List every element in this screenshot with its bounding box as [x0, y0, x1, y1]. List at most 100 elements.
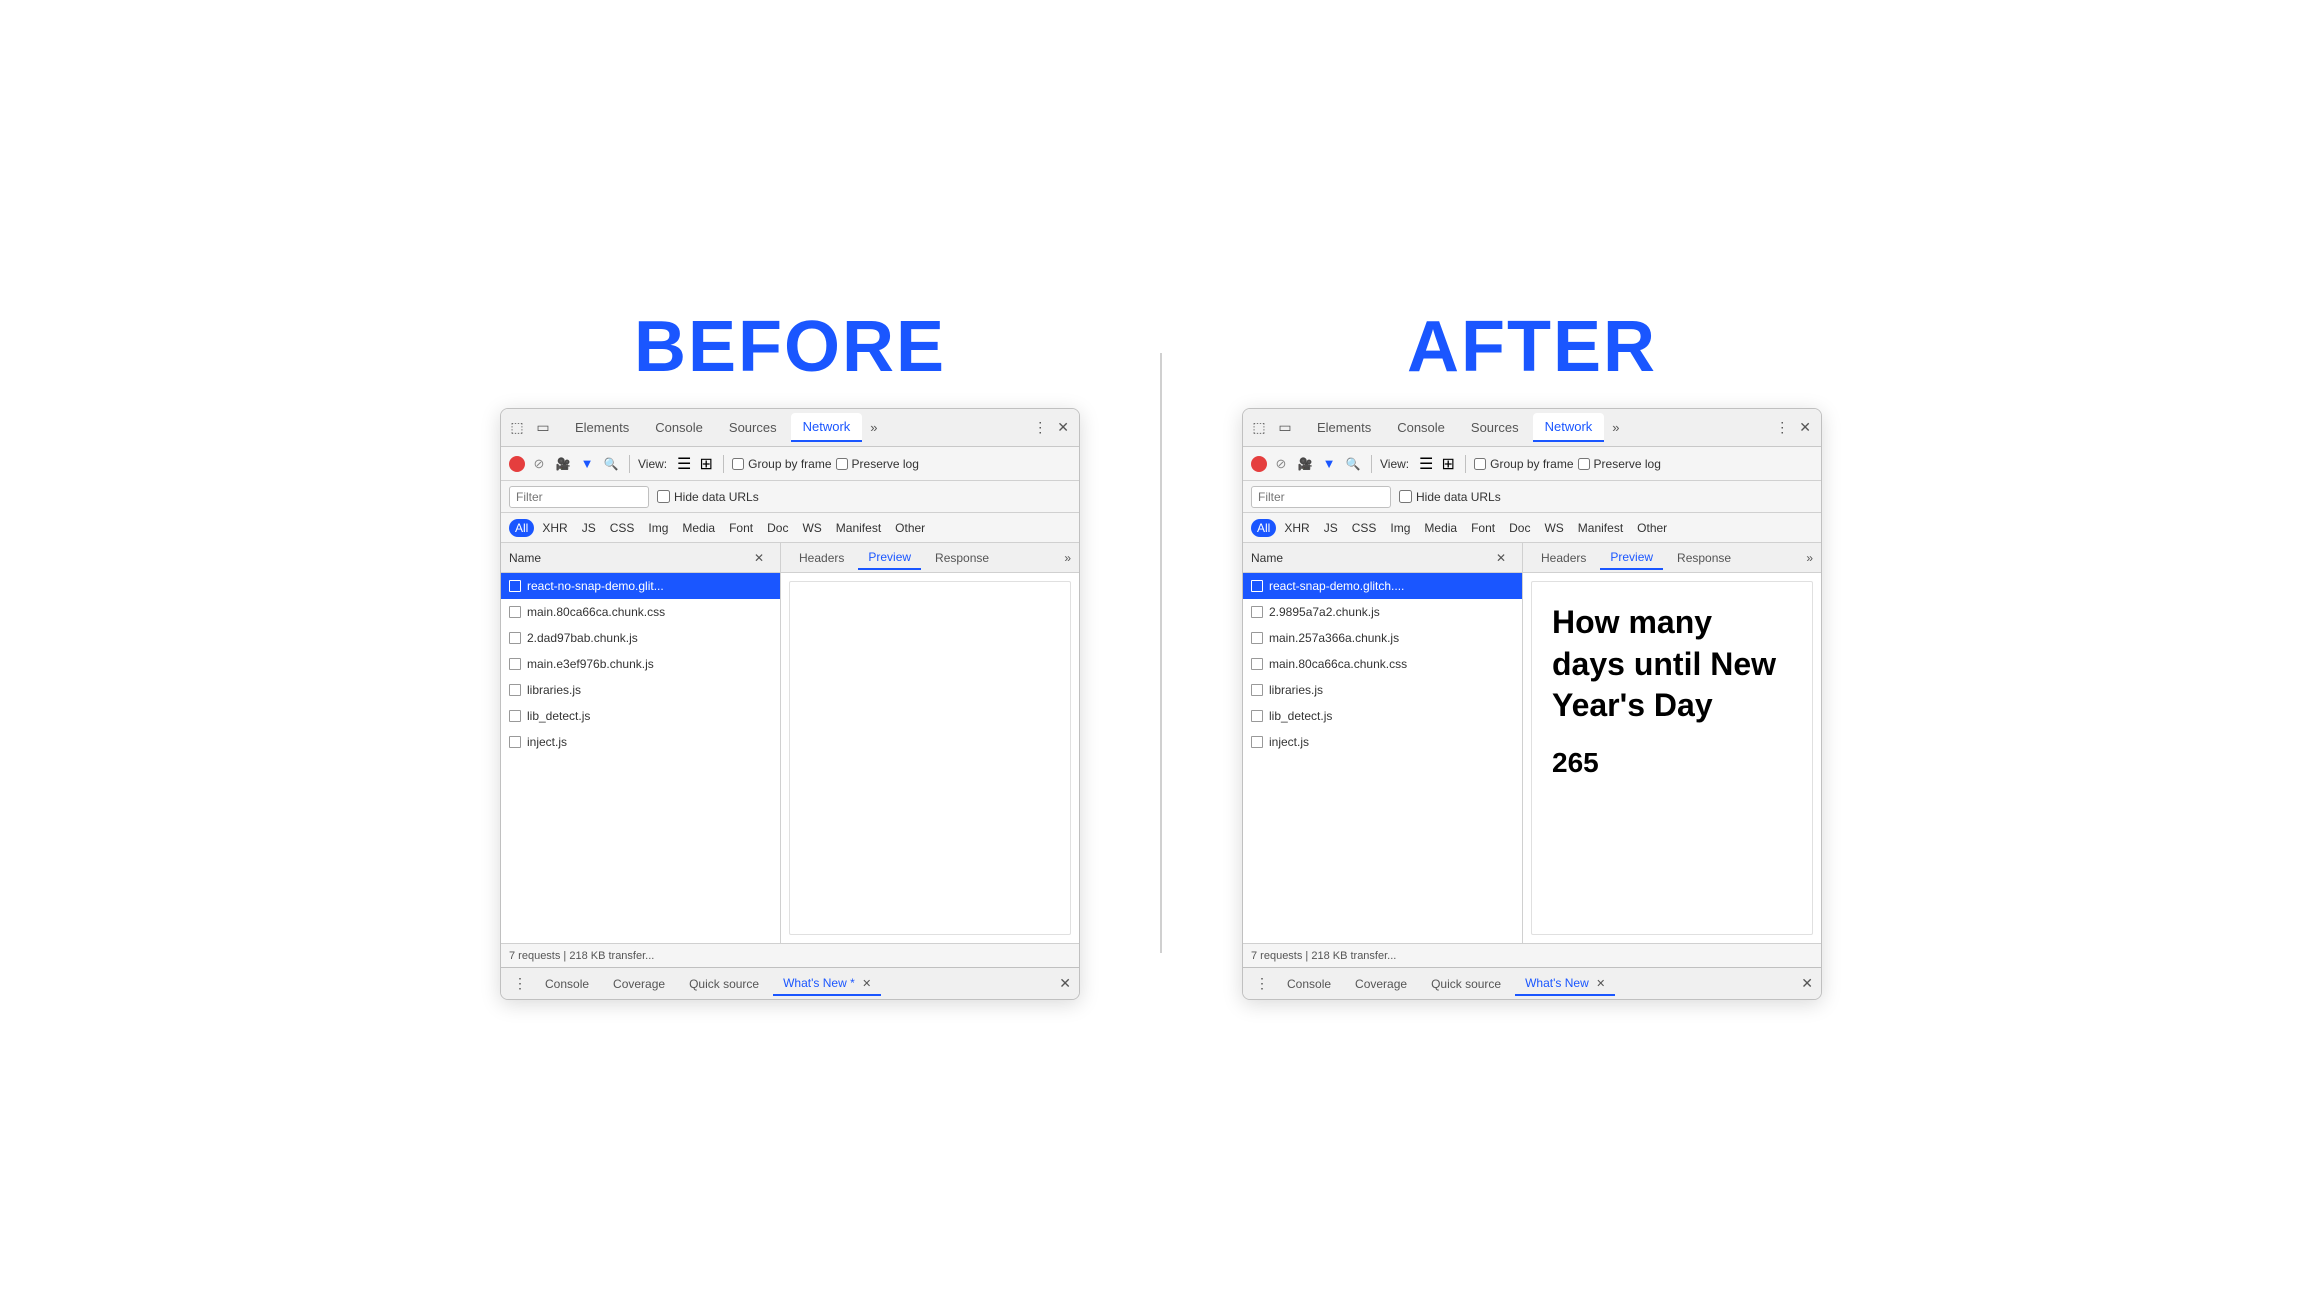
preview-tab-headers-before[interactable]: Headers [789, 547, 854, 569]
devtools-cursor-icon-after[interactable]: ⬚ [1249, 418, 1269, 438]
before-bottom-console[interactable]: Console [535, 973, 599, 995]
tab-network-before[interactable]: Network [791, 413, 863, 442]
after-bottom-whatsnew[interactable]: What's New ✕ [1515, 972, 1615, 996]
type-font-before[interactable]: Font [723, 519, 759, 537]
type-font-after[interactable]: Font [1465, 519, 1501, 537]
type-img-before[interactable]: Img [642, 519, 674, 537]
file-item-4-before[interactable]: libraries.js [501, 677, 780, 703]
after-bottom-quicksource[interactable]: Quick source [1421, 973, 1511, 995]
file-item-0-before[interactable]: react-no-snap-demo.glit... [501, 573, 780, 599]
devtools-device-icon[interactable]: ▭ [533, 418, 553, 438]
type-css-before[interactable]: CSS [604, 519, 641, 537]
file-item-5-after[interactable]: lib_detect.js [1243, 703, 1522, 729]
tab-sources-after[interactable]: Sources [1459, 414, 1531, 441]
file-item-0-after[interactable]: react-snap-demo.glitch.... [1243, 573, 1522, 599]
type-other-before[interactable]: Other [889, 519, 931, 537]
record-button-before[interactable] [509, 456, 525, 472]
tab-console-after[interactable]: Console [1385, 414, 1457, 441]
preview-tab-response-after[interactable]: Response [1667, 547, 1741, 569]
filter-button-after[interactable]: ▼ [1319, 454, 1339, 474]
preview-tab-preview-after[interactable]: Preview [1600, 546, 1663, 570]
view-tree-before[interactable]: ⊞ [697, 455, 715, 473]
type-manifest-after[interactable]: Manifest [1572, 519, 1629, 537]
after-bottom-x[interactable]: ✕ [1596, 978, 1605, 990]
type-js-before[interactable]: JS [576, 519, 602, 537]
tab-network-after[interactable]: Network [1533, 413, 1605, 442]
type-doc-after[interactable]: Doc [1503, 519, 1536, 537]
after-bottom-menu[interactable]: ⋮ [1251, 973, 1273, 994]
devtools-cursor-icon[interactable]: ⬚ [507, 418, 527, 438]
file-item-6-before[interactable]: inject.js [501, 729, 780, 755]
preserve-log-after[interactable]: Preserve log [1578, 457, 1661, 471]
tab-elements-before[interactable]: Elements [563, 414, 641, 441]
type-img-after[interactable]: Img [1384, 519, 1416, 537]
before-bottom-menu[interactable]: ⋮ [509, 973, 531, 994]
type-all-after[interactable]: All [1251, 519, 1276, 537]
devtools-close-after[interactable]: ✕ [1795, 415, 1815, 440]
before-bottom-coverage[interactable]: Coverage [603, 973, 675, 995]
devtools-menu-before[interactable]: ⋮ [1029, 415, 1051, 440]
type-css-after[interactable]: CSS [1346, 519, 1383, 537]
preview-tab-more-after[interactable]: » [1806, 551, 1813, 565]
preview-tab-response-before[interactable]: Response [925, 547, 999, 569]
after-file-list-close[interactable]: ✕ [1496, 551, 1506, 565]
after-bottom-console[interactable]: Console [1277, 973, 1341, 995]
type-media-before[interactable]: Media [676, 519, 721, 537]
after-bottom-coverage[interactable]: Coverage [1345, 973, 1417, 995]
record-button-after[interactable] [1251, 456, 1267, 472]
tab-console-before[interactable]: Console [643, 414, 715, 441]
type-all-before[interactable]: All [509, 519, 534, 537]
preview-tab-preview-before[interactable]: Preview [858, 546, 921, 570]
screenshot-button-after[interactable]: 🎥 [1295, 454, 1315, 474]
group-by-frame-before[interactable]: Group by frame [732, 457, 831, 471]
screenshot-button-before[interactable]: 🎥 [553, 454, 573, 474]
view-list-after[interactable]: ☰ [1417, 455, 1435, 473]
file-item-2-after[interactable]: main.257a366a.chunk.js [1243, 625, 1522, 651]
filter-input-before[interactable] [509, 486, 649, 508]
devtools-menu-after[interactable]: ⋮ [1771, 415, 1793, 440]
file-item-6-after[interactable]: inject.js [1243, 729, 1522, 755]
tab-more-after[interactable]: » [1606, 416, 1625, 439]
stop-button-after[interactable]: ⊘ [1271, 454, 1291, 474]
type-manifest-before[interactable]: Manifest [830, 519, 887, 537]
type-js-after[interactable]: JS [1318, 519, 1344, 537]
type-ws-before[interactable]: WS [796, 519, 827, 537]
type-ws-after[interactable]: WS [1538, 519, 1569, 537]
devtools-device-icon-after[interactable]: ▭ [1275, 418, 1295, 438]
after-bottom-close[interactable]: ✕ [1801, 975, 1813, 992]
view-list-before[interactable]: ☰ [675, 455, 693, 473]
stop-button-before[interactable]: ⊘ [529, 454, 549, 474]
view-tree-after[interactable]: ⊞ [1439, 455, 1457, 473]
before-bottom-x[interactable]: ✕ [862, 978, 871, 990]
file-item-1-after[interactable]: 2.9895a7a2.chunk.js [1243, 599, 1522, 625]
type-other-after[interactable]: Other [1631, 519, 1673, 537]
devtools-close-before[interactable]: ✕ [1053, 415, 1073, 440]
before-file-list-close[interactable]: ✕ [754, 551, 764, 565]
hide-data-urls-after[interactable]: Hide data URLs [1399, 490, 1501, 504]
before-bottom-close[interactable]: ✕ [1059, 975, 1071, 992]
file-item-4-after[interactable]: libraries.js [1243, 677, 1522, 703]
group-by-frame-after[interactable]: Group by frame [1474, 457, 1573, 471]
type-xhr-after[interactable]: XHR [1278, 519, 1315, 537]
type-doc-before[interactable]: Doc [761, 519, 794, 537]
tab-sources-before[interactable]: Sources [717, 414, 789, 441]
file-item-2-before[interactable]: 2.dad97bab.chunk.js [501, 625, 780, 651]
filter-input-after[interactable] [1251, 486, 1391, 508]
tab-elements-after[interactable]: Elements [1305, 414, 1383, 441]
file-item-3-after[interactable]: main.80ca66ca.chunk.css [1243, 651, 1522, 677]
preview-tab-headers-after[interactable]: Headers [1531, 547, 1596, 569]
hide-data-urls-before[interactable]: Hide data URLs [657, 490, 759, 504]
before-bottom-quicksource[interactable]: Quick source [679, 973, 769, 995]
file-item-5-before[interactable]: lib_detect.js [501, 703, 780, 729]
preview-tab-more-before[interactable]: » [1064, 551, 1071, 565]
search-button-before[interactable]: 🔍 [601, 454, 621, 474]
type-xhr-before[interactable]: XHR [536, 519, 573, 537]
file-item-1-before[interactable]: main.80ca66ca.chunk.css [501, 599, 780, 625]
tab-more-before[interactable]: » [864, 416, 883, 439]
before-bottom-whatsnew[interactable]: What's New * ✕ [773, 972, 881, 996]
type-media-after[interactable]: Media [1418, 519, 1463, 537]
file-item-3-before[interactable]: main.e3ef976b.chunk.js [501, 651, 780, 677]
preserve-log-before[interactable]: Preserve log [836, 457, 919, 471]
filter-button-before[interactable]: ▼ [577, 454, 597, 474]
search-button-after[interactable]: 🔍 [1343, 454, 1363, 474]
